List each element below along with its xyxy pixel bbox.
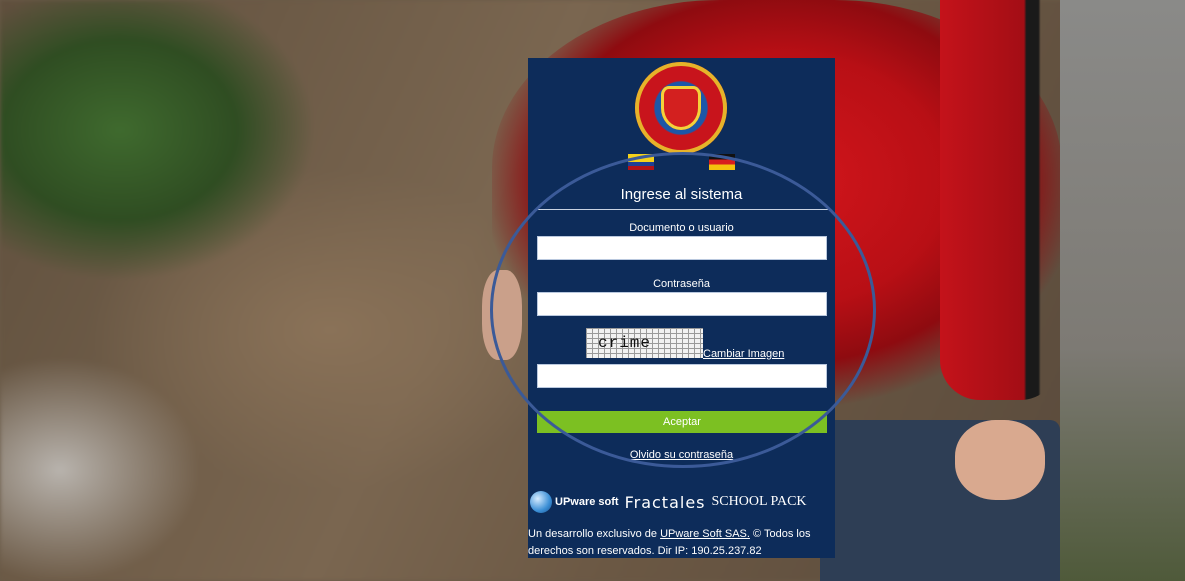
school-shield-icon <box>661 86 701 130</box>
background-hand-left <box>482 270 522 360</box>
german-flag-icon[interactable] <box>709 154 735 170</box>
branding-bar: UPware soft Fractales SCHOOL PACK <box>528 490 835 514</box>
background-right <box>1060 0 1185 581</box>
captcha-image: crime <box>586 328 703 358</box>
user-input[interactable] <box>537 236 827 260</box>
footer-text: Un desarrollo exclusivo de UPware Soft S… <box>528 526 835 560</box>
background-hand <box>955 420 1045 500</box>
captcha-input[interactable] <box>537 364 827 388</box>
user-label: Documento o usuario <box>629 222 734 234</box>
accept-button[interactable]: Aceptar <box>537 411 827 433</box>
upware-globe-icon <box>530 491 552 513</box>
footer-ip: 190.25.237.82 <box>691 545 762 557</box>
background-sleeve <box>940 0 1060 400</box>
footer-prefix: Un desarrollo exclusivo de <box>528 528 658 540</box>
change-captcha-link[interactable]: Cambiar Imagen <box>703 348 784 360</box>
heading-divider <box>536 209 828 210</box>
password-label: Contraseña <box>653 278 710 290</box>
schoolpack-logo-text: SCHOOL PACK <box>711 494 807 509</box>
login-heading: Ingrese al sistema <box>620 186 743 203</box>
spanish-flag-icon[interactable] <box>628 154 654 170</box>
school-logo <box>635 62 727 154</box>
upware-logo-text: UPware soft <box>555 496 619 508</box>
password-input[interactable] <box>537 292 827 316</box>
upware-company-link[interactable]: UPware Soft SAS. <box>660 528 750 540</box>
forgot-password-link[interactable]: Olvido su contraseña <box>528 449 835 461</box>
fractales-logo-text: Fractales <box>624 492 706 512</box>
